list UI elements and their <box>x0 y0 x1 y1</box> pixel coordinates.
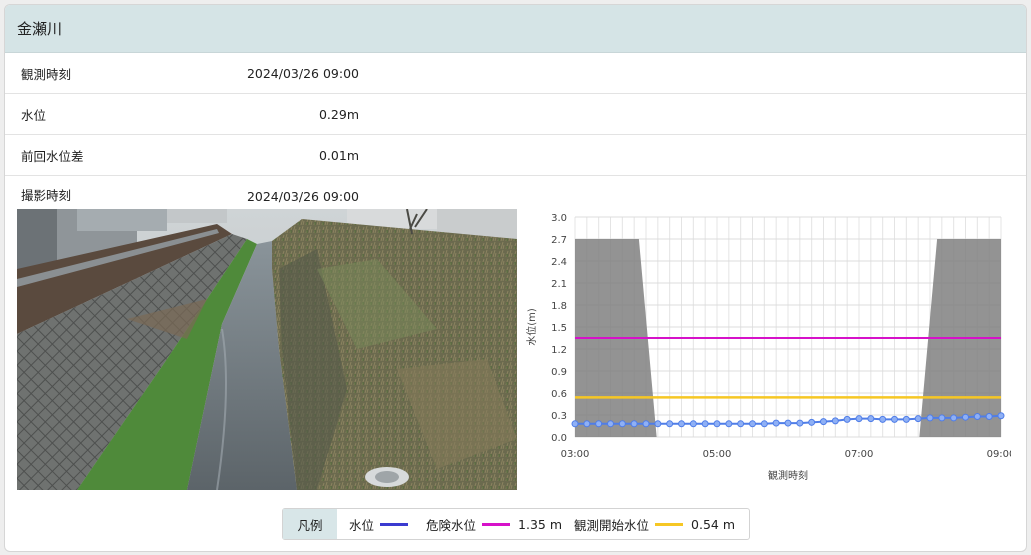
info-label: 水位 <box>21 107 47 123</box>
water-level-point <box>666 420 674 428</box>
water-level-point <box>701 420 709 428</box>
info-label: 撮影時刻 <box>21 188 72 203</box>
y-tick-label: 1.8 <box>551 301 567 312</box>
y-tick-label: 3.0 <box>551 213 567 224</box>
chart-legend: 凡例 水位 危険水位 1.35 m 観測開始水位 0.54 m <box>282 508 750 540</box>
legend-value: 1.35 m <box>518 516 563 532</box>
info-row-water-level: 水位 0.29m <box>5 94 1026 135</box>
x-tick-label: 03:00 <box>561 449 590 460</box>
water-level-point <box>796 419 804 427</box>
station-card: 金瀬川 観測時刻 2024/03/26 09:00 水位 0.29m 前回水位差… <box>4 4 1027 552</box>
water-level-point <box>843 415 851 423</box>
legend-swatch-danger-level <box>482 522 511 526</box>
water-level-point <box>784 419 792 427</box>
water-level-point <box>973 412 981 420</box>
legend-value: 0.54 m <box>691 516 736 532</box>
water-level-point <box>583 420 591 428</box>
water-level-point <box>760 420 768 428</box>
y-tick-label: 1.5 <box>551 323 567 334</box>
y-tick-label: 1.2 <box>551 345 567 356</box>
water-level-point <box>855 415 863 423</box>
info-label: 観測時刻 <box>21 66 72 82</box>
legend-label: 観測開始水位 <box>574 517 650 533</box>
water-level-point <box>902 415 910 423</box>
water-level-point <box>891 415 898 423</box>
water-level-point <box>914 415 922 423</box>
y-tick-label: 2.7 <box>551 235 567 246</box>
x-axis-label: 観測時刻 <box>768 469 808 482</box>
water-level-point <box>938 414 946 422</box>
water-level-point <box>642 420 650 428</box>
water-level-point <box>749 420 756 428</box>
x-tick-label: 09:00 <box>987 449 1011 460</box>
legend-item-water-level: 水位 <box>349 515 414 534</box>
y-tick-label: 0.6 <box>551 389 567 400</box>
x-tick-label: 07:00 <box>845 449 874 460</box>
water-level-point <box>879 415 887 423</box>
water-level-point <box>618 420 626 428</box>
legend-title: 凡例 <box>283 509 337 539</box>
water-level-point <box>926 414 934 422</box>
water-level-point <box>725 420 733 428</box>
station-name: 金瀬川 <box>5 5 1026 53</box>
legend-swatch-obs-start-level <box>655 522 684 526</box>
y-tick-label: 0.9 <box>551 367 567 378</box>
water-level-point <box>831 417 839 425</box>
water-level-point <box>808 418 816 426</box>
water-level-point <box>607 420 614 428</box>
station-title: 金瀬川 <box>17 20 63 38</box>
river-camera-image <box>17 209 517 490</box>
water-level-point <box>630 420 638 428</box>
info-value: 2024/03/26 09:00 <box>246 65 359 81</box>
water-level-point <box>737 420 745 428</box>
water-level-chart: 0.0 0.3 0.6 0.9 1.2 1.5 1.8 2.1 2.4 2.7 3.0 03:00 05… <box>521 207 1015 487</box>
legend-item-danger-level: 危険水位 1.35 m <box>426 515 562 534</box>
water-level-point <box>654 420 662 428</box>
water-level-point <box>820 418 827 426</box>
info-row-observed-time: 観測時刻 2024/03/26 09:00 <box>5 53 1026 94</box>
water-level-point <box>595 420 603 428</box>
legend-label: 危険水位 <box>426 517 477 533</box>
water-level-point <box>867 415 875 423</box>
water-level-point <box>678 420 685 428</box>
water-level-point <box>962 413 969 421</box>
legend-swatch-water-level <box>380 522 409 526</box>
water-level-point <box>950 414 958 422</box>
info-value: 0.29m <box>318 106 359 122</box>
info-label: 前回水位差 <box>21 148 84 164</box>
info-value: 0.01m <box>318 147 359 163</box>
water-level-point <box>571 420 579 428</box>
water-level-point <box>997 412 1005 420</box>
water-level-chart-svg: 0.0 0.3 0.6 0.9 1.2 1.5 1.8 2.1 2.4 2.7 3.0 03:00 05… <box>525 213 1015 482</box>
river-camera-drawing <box>17 209 517 490</box>
info-row-capture-time: 撮影時刻 2024/03/26 09:00 <box>5 176 1026 206</box>
y-tick-label: 2.1 <box>551 279 567 290</box>
water-level-point <box>713 420 721 428</box>
water-level-point <box>689 420 697 428</box>
water-level-point <box>772 419 780 427</box>
y-axis-label: 水位(m) <box>525 308 538 346</box>
y-tick-label: 0.3 <box>551 411 567 422</box>
y-tick-label: 2.4 <box>551 257 567 268</box>
legend-label: 水位 <box>349 517 375 533</box>
y-tick-label: 0.0 <box>551 433 567 444</box>
info-value: 2024/03/26 09:00 <box>246 189 359 204</box>
info-row-level-diff: 前回水位差 0.01m <box>5 135 1026 176</box>
water-level-point <box>985 412 993 420</box>
legend-item-obs-start-level: 観測開始水位 0.54 m <box>574 515 735 534</box>
x-tick-label: 05:00 <box>703 449 732 460</box>
